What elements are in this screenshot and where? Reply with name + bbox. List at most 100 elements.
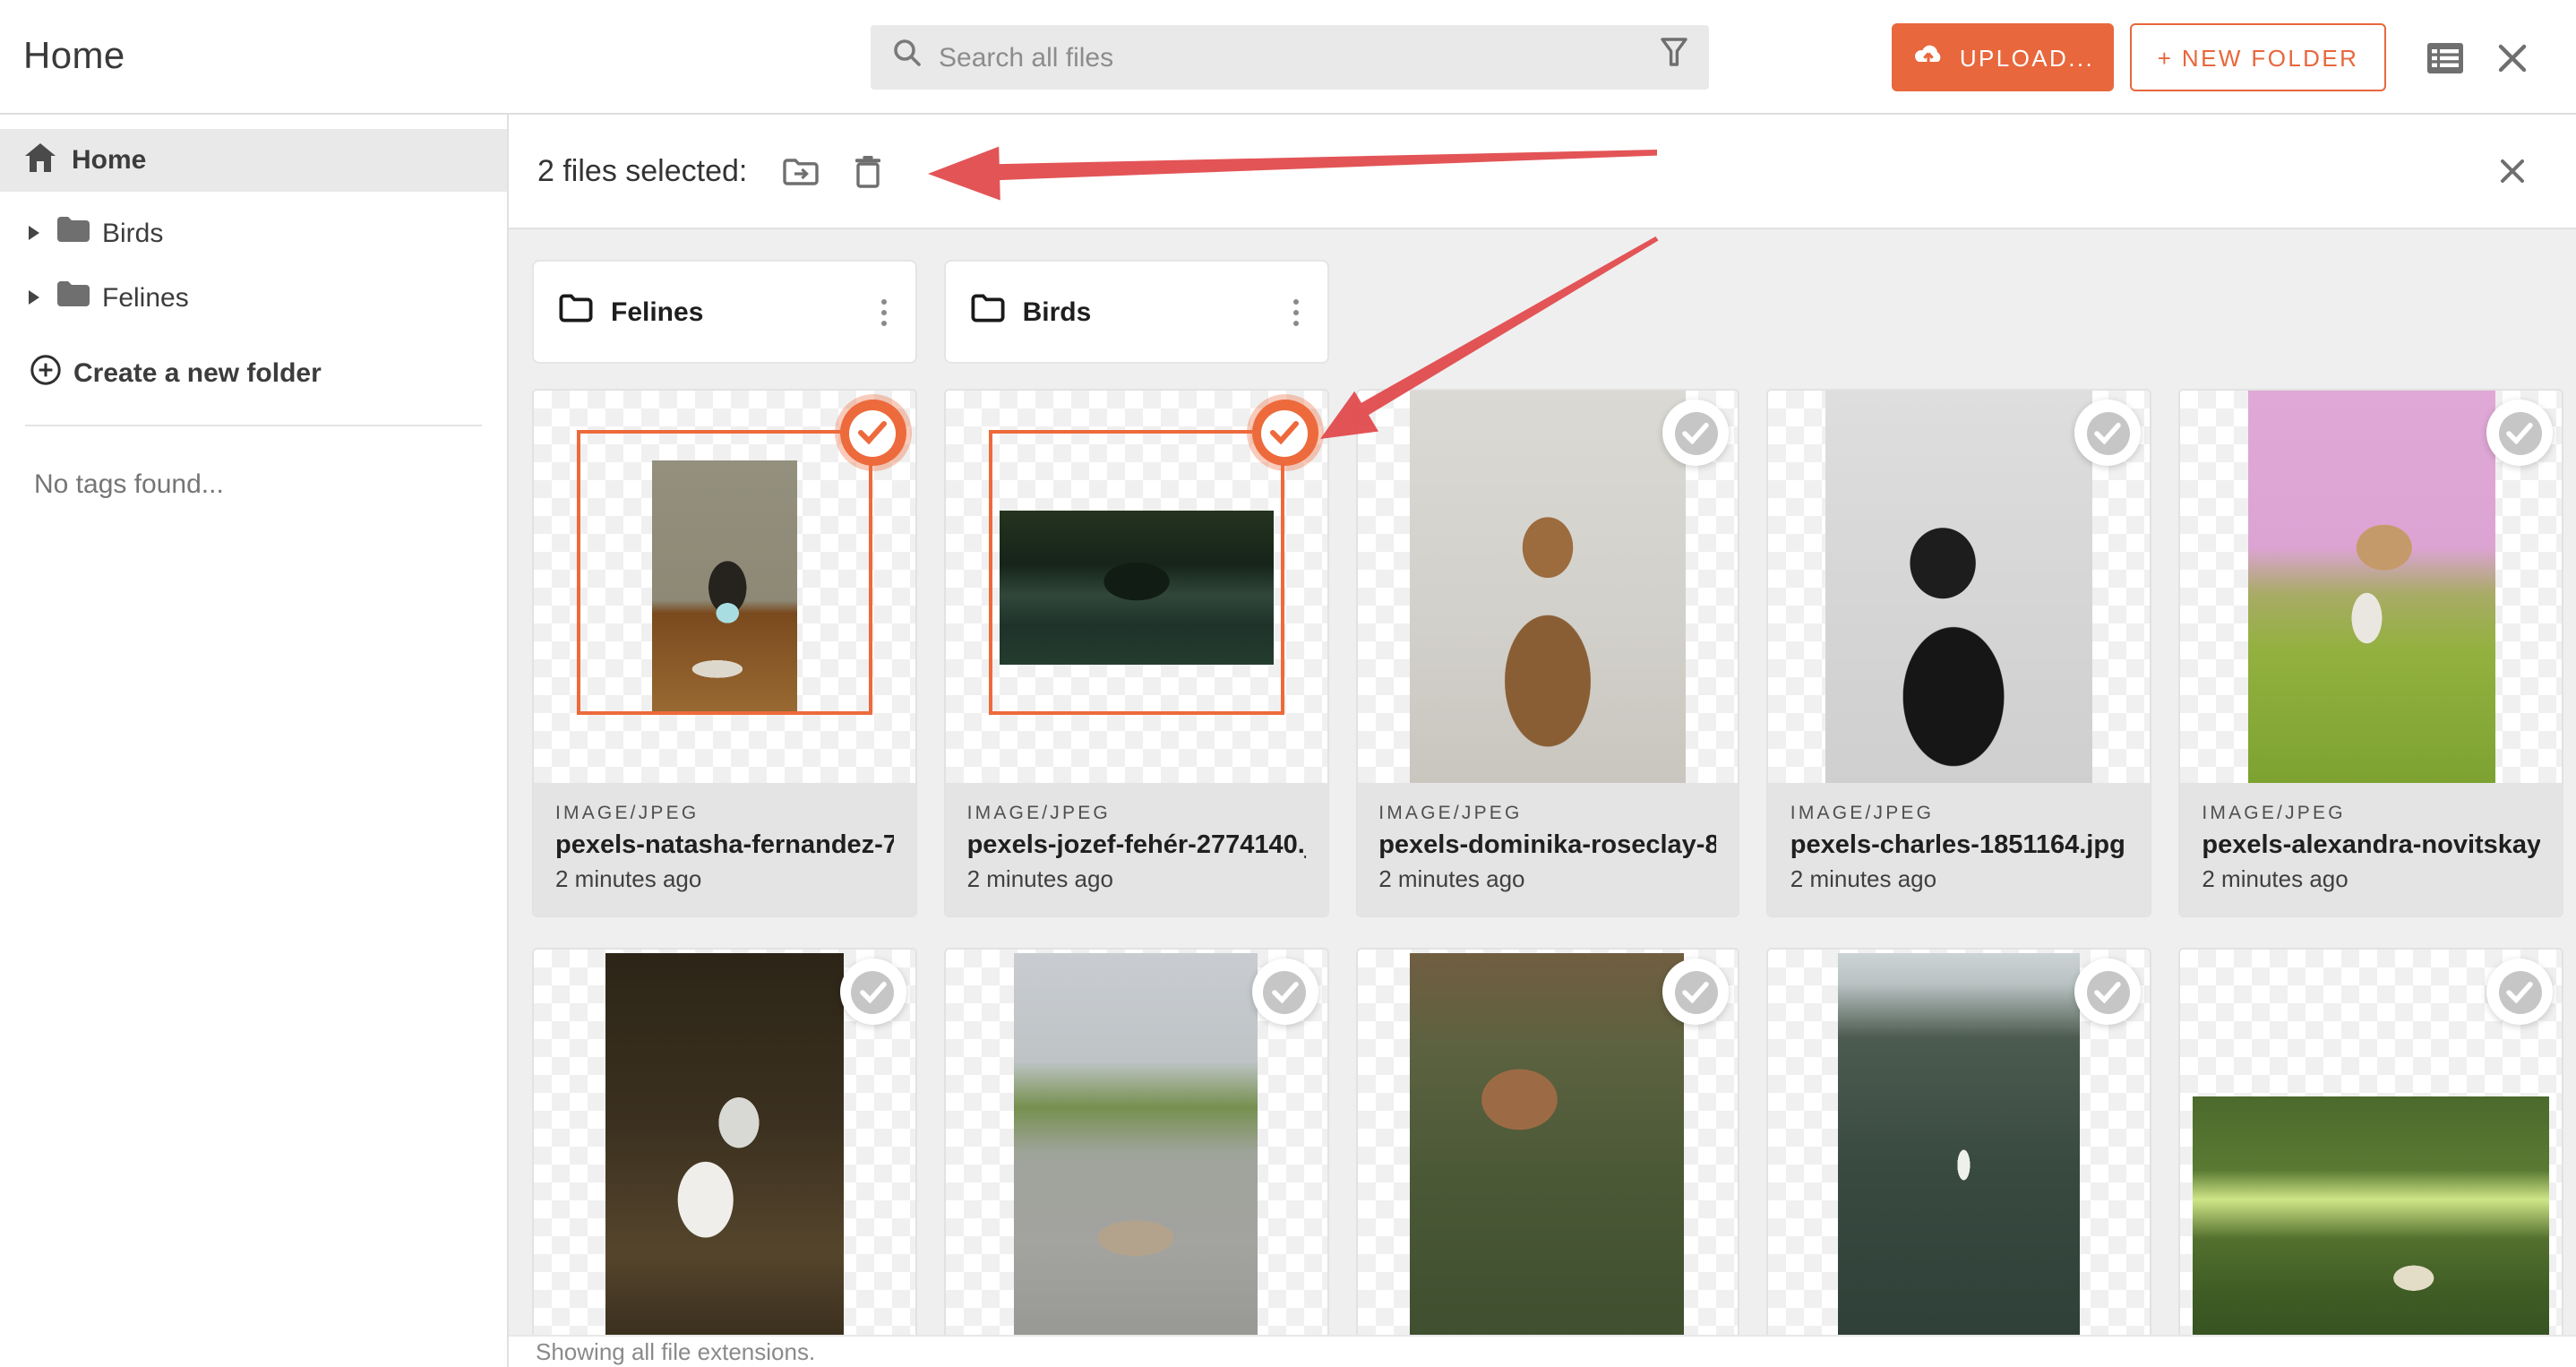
home-icon xyxy=(25,142,56,178)
file-meta: IMAGE/JPEG pexels-jozef-fehér-2774140.jp… xyxy=(945,783,1327,916)
status-text: Showing all file extensions. xyxy=(536,1338,816,1365)
file-mime-type: IMAGE/JPEG xyxy=(1790,803,1935,824)
checkbox-unselected[interactable] xyxy=(1662,400,1730,466)
file-card[interactable]: IMAGE/JPEG pexels-jozef-fehér-2774140.jp… xyxy=(945,391,1327,916)
chevron-right-icon[interactable] xyxy=(29,226,39,240)
table-icon xyxy=(2427,42,2463,73)
file-thumbnail xyxy=(2180,391,2562,783)
filter-icon[interactable] xyxy=(1661,38,1687,77)
move-to-folder-button[interactable] xyxy=(783,157,820,185)
search-icon xyxy=(892,38,923,77)
sidebar-item-birds[interactable]: Birds xyxy=(0,210,507,256)
sidebar-birds-label: Birds xyxy=(102,218,164,248)
selection-toolbar: 2 files selected: xyxy=(509,115,2576,229)
file-thumbnail xyxy=(1768,391,2151,783)
sidebar-felines-label: Felines xyxy=(102,282,189,313)
checkbox-unselected[interactable] xyxy=(2074,959,2142,1025)
checkbox-selected[interactable] xyxy=(1251,400,1318,466)
file-name: pexels-alexandra-novitskaya-2... xyxy=(2202,831,2540,860)
file-card[interactable]: IMAGE/JPEG pexels-natasha-fernandez-733.… xyxy=(534,391,915,916)
file-card[interactable]: IMAGE/JPEG pexels-charles-1851164.jpg 2 … xyxy=(1768,391,2151,916)
folder-icon xyxy=(57,217,90,249)
folder-card-name: Felines xyxy=(611,297,704,327)
search-bar[interactable] xyxy=(871,25,1709,90)
no-tags-message: No tags found... xyxy=(34,469,224,500)
list-view-toggle[interactable] xyxy=(2427,42,2463,73)
file-card[interactable] xyxy=(1357,950,1739,1367)
checkbox-selected[interactable] xyxy=(839,400,906,466)
file-name: pexels-jozef-fehér-2774140.jpg xyxy=(966,831,1306,860)
file-thumbnail xyxy=(945,950,1327,1342)
checkbox-unselected[interactable] xyxy=(1251,959,1318,1025)
close-icon[interactable] xyxy=(2497,42,2528,73)
header-actions: UPLOAD... + NEW FOLDER xyxy=(1892,0,2576,115)
photo-white-deer-on-mountain xyxy=(1838,953,2081,1338)
file-card[interactable] xyxy=(1768,950,2151,1367)
trash-icon xyxy=(855,155,881,187)
media-library-window: Home UPLOAD... + NEW FOLDER xyxy=(0,0,2576,1367)
file-name: pexels-natasha-fernandez-733... xyxy=(555,831,894,860)
file-name: pexels-charles-1851164.jpg xyxy=(1790,831,2125,860)
selection-outline xyxy=(988,430,1284,715)
file-meta: IMAGE/JPEG pexels-alexandra-novitskaya-2… xyxy=(2180,783,2562,916)
folder-card-birds[interactable]: Birds xyxy=(945,262,1327,362)
checkbox-unselected[interactable] xyxy=(839,959,906,1025)
checkbox-unselected[interactable] xyxy=(2486,959,2553,1025)
file-mime-type: IMAGE/JPEG xyxy=(1378,803,1523,824)
kebab-menu-icon[interactable] xyxy=(874,291,894,332)
file-name: pexels-dominika-roseclay-8952... xyxy=(1378,831,1717,860)
create-folder-button[interactable]: Create a new folder xyxy=(0,349,507,396)
upload-button[interactable]: UPLOAD... xyxy=(1892,23,2114,91)
cloud-upload-icon xyxy=(1911,42,1945,73)
new-folder-button-label: + NEW FOLDER xyxy=(2157,44,2359,71)
upload-button-label: UPLOAD... xyxy=(1959,44,2095,71)
file-thumbnail xyxy=(534,950,915,1342)
selection-count-label: 2 files selected: xyxy=(537,153,748,187)
move-folder-icon xyxy=(783,158,820,185)
kebab-menu-icon[interactable] xyxy=(1285,291,1305,332)
plus-circle-icon xyxy=(30,354,61,391)
selection-outline xyxy=(577,430,872,715)
file-card[interactable] xyxy=(534,950,915,1367)
file-thumbnail xyxy=(2180,950,2562,1342)
file-thumbnail xyxy=(1768,950,2151,1342)
delete-button[interactable] xyxy=(854,155,881,187)
page-title: Home xyxy=(23,35,125,76)
photo-geese-on-road xyxy=(1014,953,1258,1338)
file-card[interactable] xyxy=(945,950,1327,1367)
folder-card-felines[interactable]: Felines xyxy=(534,262,915,362)
checkbox-unselected[interactable] xyxy=(2486,400,2553,466)
file-card[interactable] xyxy=(2180,950,2562,1367)
sidebar-item-felines[interactable]: Felines xyxy=(0,274,507,321)
photo-seagulls-on-rail xyxy=(605,953,844,1338)
checkbox-unselected[interactable] xyxy=(1662,959,1730,1025)
file-timestamp: 2 minutes ago xyxy=(966,865,1113,892)
folder-outline-icon xyxy=(971,293,1005,331)
file-timestamp: 2 minutes ago xyxy=(555,865,702,892)
sidebar: Home Birds Felines Create a new folder N… xyxy=(0,115,509,1367)
file-thumbnail xyxy=(534,391,915,783)
sidebar-item-home[interactable]: Home xyxy=(0,129,507,192)
file-card-grid: IMAGE/JPEG pexels-natasha-fernandez-733.… xyxy=(534,391,2562,1367)
file-thumbnail xyxy=(1357,391,1739,783)
file-timestamp: 2 minutes ago xyxy=(1378,865,1525,892)
checkbox-unselected[interactable] xyxy=(2074,400,2142,466)
sidebar-divider xyxy=(25,425,482,426)
new-folder-button[interactable]: + NEW FOLDER xyxy=(2130,23,2386,91)
file-card[interactable]: IMAGE/JPEG pexels-alexandra-novitskaya-2… xyxy=(2180,391,2562,916)
file-meta: IMAGE/JPEG pexels-natasha-fernandez-733.… xyxy=(534,783,915,916)
search-input[interactable] xyxy=(939,42,1661,73)
chevron-right-icon[interactable] xyxy=(29,290,39,305)
folder-outline-icon xyxy=(559,293,593,331)
sidebar-home-label: Home xyxy=(72,145,147,176)
folder-card-name: Birds xyxy=(1022,297,1092,327)
deselect-all-icon[interactable] xyxy=(2499,158,2526,185)
photo-dachshund-portrait xyxy=(1409,391,1686,783)
photo-dog-in-green-fur xyxy=(2247,391,2495,783)
file-timestamp: 2 minutes ago xyxy=(2202,865,2348,892)
app-header: Home UPLOAD... + NEW FOLDER xyxy=(0,0,2576,115)
file-card[interactable]: IMAGE/JPEG pexels-dominika-roseclay-8952… xyxy=(1357,391,1739,916)
photo-kangaroo-in-grass xyxy=(1410,953,1685,1338)
file-thumbnail xyxy=(1357,950,1739,1342)
photo-rabbits-in-grass xyxy=(2193,1096,2550,1342)
